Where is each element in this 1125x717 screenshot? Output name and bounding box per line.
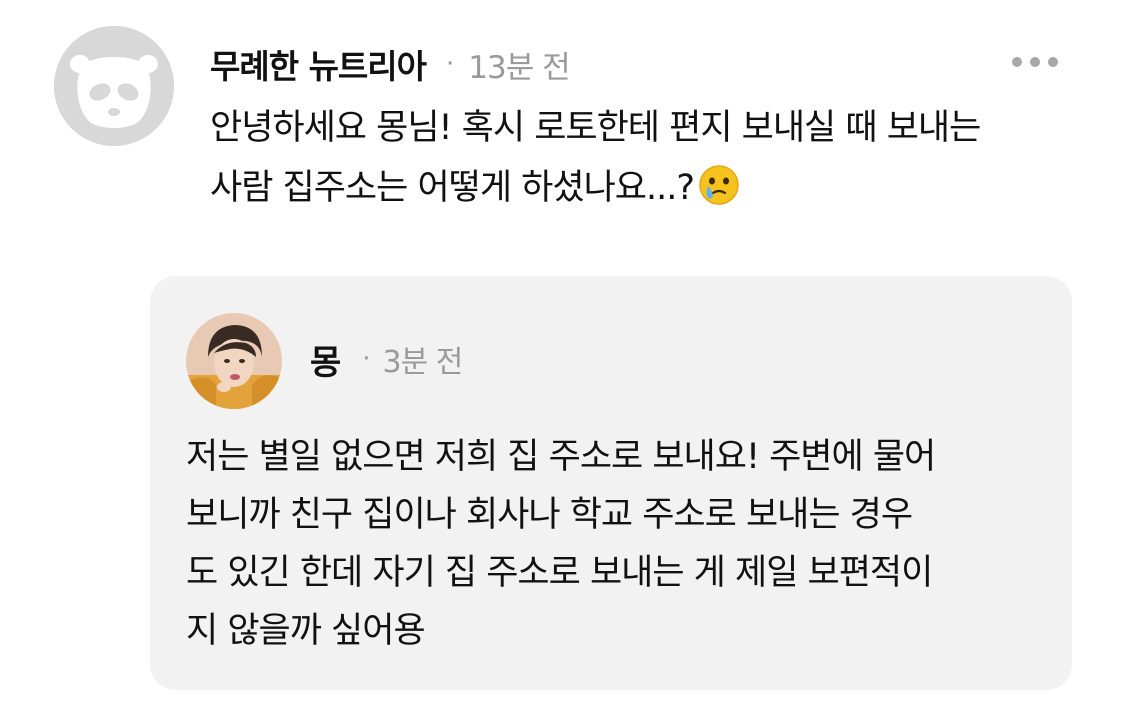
reply-text-line: 지 않을까 싶어용 (186, 611, 426, 651)
avatar[interactable] (54, 26, 174, 146)
reply-text-line: 도 있긴 한데 자기 집 주소로 보내는 게 제일 보편적이 (186, 553, 933, 593)
comment-header: 무례한 뉴트리아 · 13분 전 (210, 38, 571, 90)
comment-text-line: 안녕하세요 몽님! 혹시 로토한테 편지 보내실 때 보내는 (210, 108, 981, 148)
comment-text-line: 사람 집주소는 어떻게 하셨나요...? (210, 168, 695, 208)
reply-text-line: 보니까 친구 집이나 회사나 학교 주소로 보내는 경우 (186, 495, 913, 535)
comment-username[interactable]: 무례한 뉴트리아 (210, 40, 427, 88)
comment-body: 안녕하세요 몽님! 혹시 로토한테 편지 보내실 때 보내는 사람 집주소는 어… (210, 98, 1090, 218)
face-holding-back-tears-icon (698, 164, 740, 206)
reply-timestamp: 3분 전 (382, 345, 464, 380)
separator-dot: · (446, 49, 455, 79)
more-horizontal-icon (1012, 57, 1022, 67)
comment-timestamp: 13분 전 (468, 49, 570, 86)
separator-dot: · (362, 344, 371, 374)
more-horizontal-icon (1030, 57, 1040, 67)
reply-header: 몽 · 3분 전 (310, 334, 464, 384)
more-options-button[interactable] (1012, 50, 1058, 74)
reply-username[interactable]: 몽 (310, 335, 341, 384)
reply-text-line: 저는 별일 없으면 저희 집 주소로 보내요! 주변에 물어 (186, 437, 936, 477)
reply-body: 저는 별일 없으면 저희 집 주소로 보내요! 주변에 물어 보니까 친구 집이… (186, 428, 1056, 660)
comment-text-line-with-emoji: 사람 집주소는 어떻게 하셨나요...? (210, 158, 1090, 218)
profile-photo-icon (186, 313, 282, 409)
default-profile-icon (54, 26, 174, 146)
reply-card: 몽 · 3분 전 저는 별일 없으면 저희 집 주소로 보내요! 주변에 물어 … (150, 276, 1072, 690)
reply-avatar[interactable] (186, 313, 282, 409)
more-horizontal-icon (1048, 57, 1058, 67)
